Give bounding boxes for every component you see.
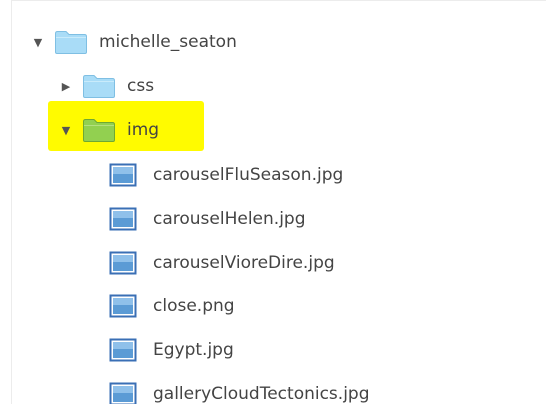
tree-item-label: michelle_seaton	[99, 32, 237, 52]
file-tree-panel: ▼ michelle_seaton ▶ css ▼ img carouselFl…	[0, 0, 546, 404]
tree-item-file[interactable]: close.png	[109, 290, 235, 322]
folder-icon	[54, 29, 88, 55]
image-file-icon	[109, 382, 137, 404]
image-file-icon	[109, 207, 137, 231]
expand-arrow-icon[interactable]: ▼	[58, 122, 74, 138]
image-file-icon	[109, 338, 137, 362]
tree-item-label: css	[127, 76, 155, 96]
tree-item-label: close.png	[153, 296, 235, 316]
tree-item-file[interactable]: carouselVioreDire.jpg	[109, 247, 335, 279]
folder-icon	[82, 73, 116, 99]
tree-item-file[interactable]: galleryCloudTectonics.jpg	[109, 378, 370, 404]
expand-arrow-icon[interactable]: ▼	[30, 34, 46, 50]
tree-item-label: carouselFluSeason.jpg	[153, 165, 344, 185]
tree-item-file[interactable]: carouselHelen.jpg	[109, 203, 306, 235]
image-file-icon	[109, 163, 137, 187]
collapse-arrow-icon[interactable]: ▶	[58, 78, 74, 94]
tree-item-label: Egypt.jpg	[153, 340, 234, 360]
tree-item-file[interactable]: Egypt.jpg	[109, 334, 234, 366]
tree-item-label: img	[127, 120, 160, 140]
tree-item-file[interactable]: carouselFluSeason.jpg	[109, 159, 343, 191]
tree-item-css[interactable]: ▶ css	[58, 70, 154, 102]
image-file-icon	[109, 251, 137, 275]
tree-item-label: carouselHelen.jpg	[153, 209, 306, 229]
tree-item-michelle-seaton[interactable]: ▼ michelle_seaton	[30, 26, 237, 58]
folder-icon	[82, 117, 116, 143]
image-file-icon	[109, 294, 137, 318]
tree-item-label: carouselVioreDire.jpg	[153, 253, 335, 273]
tree-item-img[interactable]: ▼ img	[58, 114, 159, 146]
file-tree: ▼ michelle_seaton ▶ css ▼ img carouselFl…	[0, 0, 546, 404]
tree-item-label: galleryCloudTectonics.jpg	[153, 384, 370, 404]
